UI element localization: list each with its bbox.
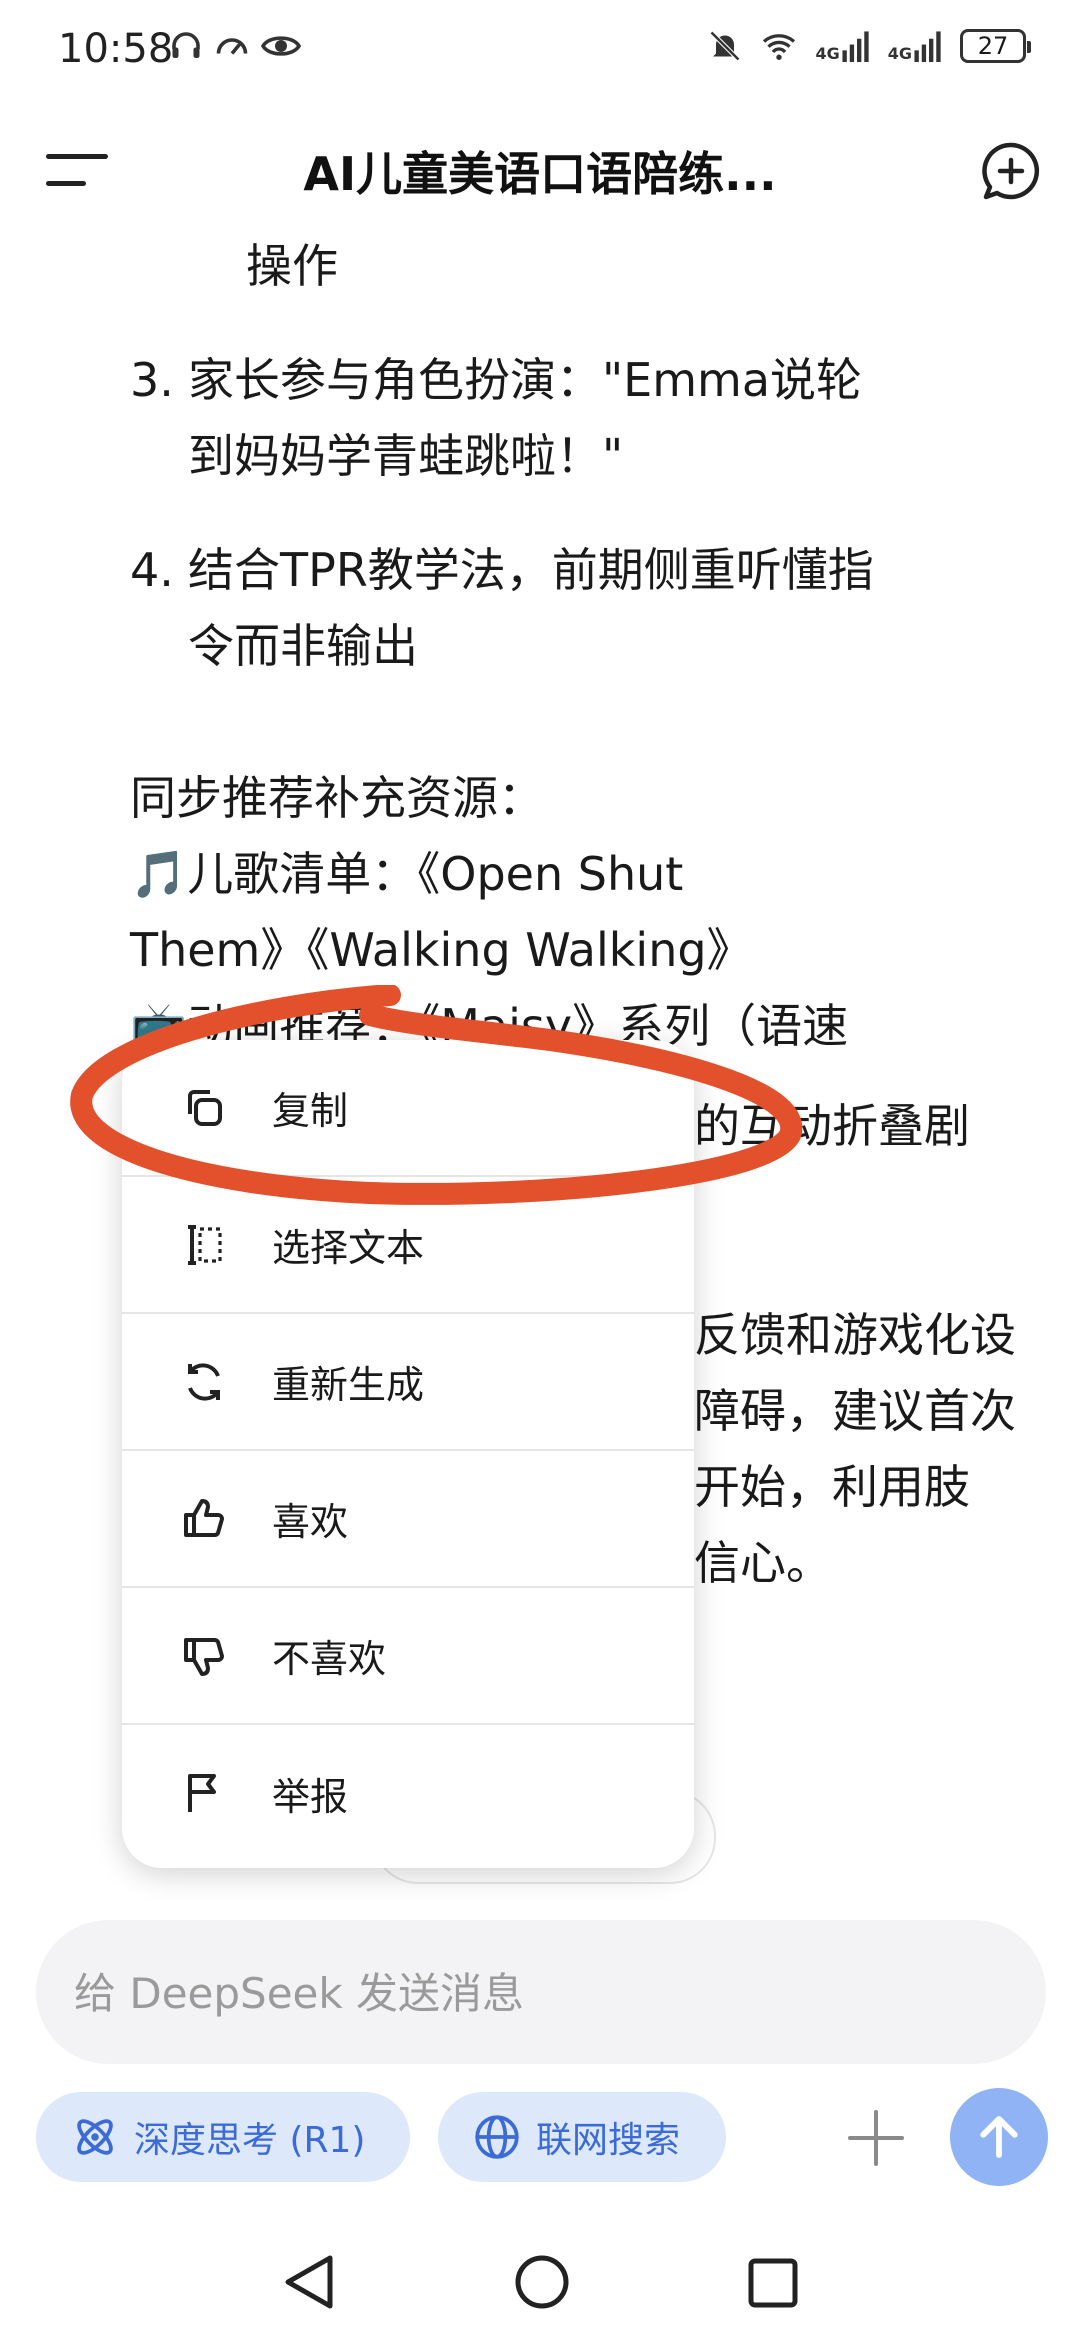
text-line: 的互动折叠剧: [694, 1099, 970, 1153]
menu-label: 喜欢: [272, 1500, 349, 1544]
deep-think-label: 深度思考 (R1): [134, 2120, 366, 2161]
signal-bars-icon: [842, 31, 869, 62]
signal-bars-icon: [914, 31, 941, 62]
plus-icon[interactable]: [846, 2108, 906, 2168]
network-type-2: 4G: [887, 44, 912, 63]
songs-line: Them》《Walking Walking》: [130, 923, 753, 977]
network-type-1: 4G: [815, 44, 840, 63]
refresh-icon: [188, 1362, 220, 1401]
songs-line: 🎵儿歌清单：《Open Shut: [130, 847, 684, 901]
status-left-icons: [168, 28, 302, 64]
text-line: 反馈和游戏化设: [694, 1308, 1016, 1362]
copy-icon: [188, 1089, 222, 1126]
menu-label: 不喜欢: [272, 1637, 387, 1681]
web-search-toggle[interactable]: 联网搜索: [438, 2092, 726, 2182]
status-right-icons: 4G 4G 27: [707, 28, 1031, 64]
menu-item-dislike[interactable]: 不喜欢: [122, 1588, 694, 1725]
signal-2: 4G: [888, 30, 944, 62]
page-title: AI儿童美语口语陪练...: [303, 147, 777, 201]
globe-icon: [475, 2115, 519, 2159]
atom-icon: [77, 2119, 113, 2155]
message-input[interactable]: [72, 1920, 976, 2066]
new-chat-icon[interactable]: [980, 140, 1042, 202]
thumbs-down-icon: [184, 1637, 224, 1676]
mute-bell-icon: [710, 30, 741, 62]
speedometer-icon: [216, 38, 248, 55]
list-number: 3.: [130, 353, 174, 407]
menu-item-report[interactable]: 举报: [122, 1725, 694, 1862]
deep-think-toggle[interactable]: 深度思考 (R1): [36, 2092, 410, 2182]
list-text-cont: 到妈妈学青蛙跳啦！": [188, 429, 624, 483]
menu-item-regenerate[interactable]: 重新生成: [122, 1314, 694, 1451]
list-number: 4.: [130, 543, 174, 597]
web-search-label: 联网搜索: [536, 2120, 681, 2161]
menu-label: 举报: [272, 1775, 349, 1819]
list-text-cont: 令而非输出: [188, 619, 418, 673]
text-line: 开始，利用肢: [694, 1460, 970, 1514]
text-line: 障碍，建议首次: [694, 1384, 1016, 1438]
nav-home-icon[interactable]: [514, 2254, 570, 2310]
list-item: 4. 结合TPR教学法，前期侧重听懂指: [130, 532, 1038, 608]
resources-title: 同步推荐补充资源：: [130, 771, 544, 825]
arrow-up-icon: [980, 2116, 1018, 2158]
list-text: 家长参与角色扮演："Emma说轮: [188, 353, 863, 407]
signal-1: 4G: [815, 30, 871, 62]
thumbs-up-icon: [184, 1498, 224, 1537]
menu-item-copy[interactable]: 复制: [122, 1040, 694, 1177]
assistant-message[interactable]: 操作 3. 家长参与角色扮演："Emma说轮 到妈妈学青蛙跳啦！" 4. 结合TPR…: [130, 228, 1038, 1140]
nav-recents-icon[interactable]: [748, 2258, 798, 2308]
status-time: 10:58: [58, 26, 174, 72]
text-line: 信心。: [694, 1536, 832, 1590]
eye-icon: [260, 36, 302, 56]
message-composer: [36, 1920, 1046, 2066]
text-line: 操作: [246, 239, 338, 293]
list-text: 结合TPR教学法，前期侧重听懂指: [188, 543, 874, 597]
nav-back-icon[interactable]: [282, 2252, 336, 2312]
list-item: 3. 家长参与角色扮演："Emma说轮: [130, 342, 1038, 418]
wifi-icon: [763, 34, 796, 60]
battery-indicator: 27: [960, 29, 1031, 63]
menu-label: 重新生成: [272, 1363, 425, 1407]
context-menu: 复制 选择文本 重新生成 喜欢 不喜欢 举报: [122, 1040, 694, 1868]
headphones-icon: [172, 32, 200, 58]
menu-label: 选择文本: [272, 1226, 425, 1270]
send-button[interactable]: [950, 2088, 1048, 2186]
menu-item-select-text[interactable]: 选择文本: [122, 1177, 694, 1314]
menu-label: 复制: [272, 1089, 349, 1133]
select-text-icon: [188, 1224, 222, 1265]
menu-item-like[interactable]: 喜欢: [122, 1451, 694, 1588]
flag-icon: [188, 1773, 216, 1812]
